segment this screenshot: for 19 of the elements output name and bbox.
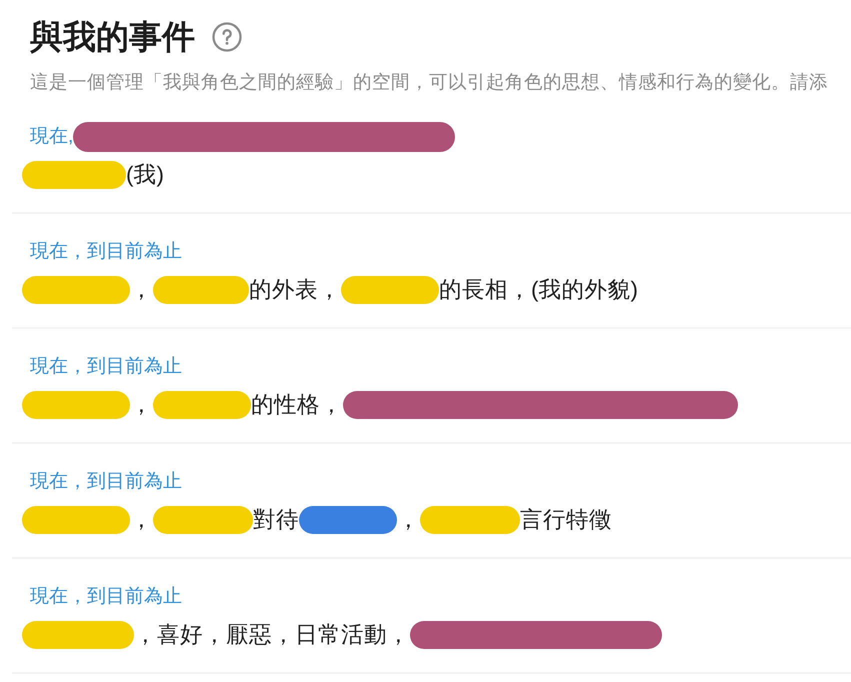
- event-text: 言行特徵: [520, 506, 612, 534]
- page-description: 這是一個管理「我與角色之間的經驗」的空間，可以引起角色的思想、情感和行為的變化。請添: [30, 70, 828, 94]
- page-title: 與我的事件: [30, 17, 195, 57]
- event-text: ，: [130, 276, 153, 304]
- event-text: ，喜好，厭惡，日常活動，: [134, 621, 410, 649]
- time-label: 現在，到目前為止: [30, 585, 182, 609]
- help-icon[interactable]: [212, 22, 242, 52]
- event-text: (我): [126, 161, 164, 189]
- event-text: 的性格，: [251, 391, 343, 419]
- event-text: ，: [130, 391, 153, 419]
- time-label: 現在，到目前為止: [30, 470, 182, 494]
- time-label: 現在，到目前為止: [30, 240, 182, 264]
- time-label: 現在，到目前為止: [30, 355, 182, 379]
- event-text: 的外表，: [249, 276, 341, 304]
- event-text: ，: [130, 506, 153, 534]
- event-text: 的長相，(我的外貌): [439, 276, 638, 304]
- time-label: 現在,: [30, 125, 74, 149]
- event-text: 對待: [253, 506, 299, 534]
- event-text: ，: [397, 506, 420, 534]
